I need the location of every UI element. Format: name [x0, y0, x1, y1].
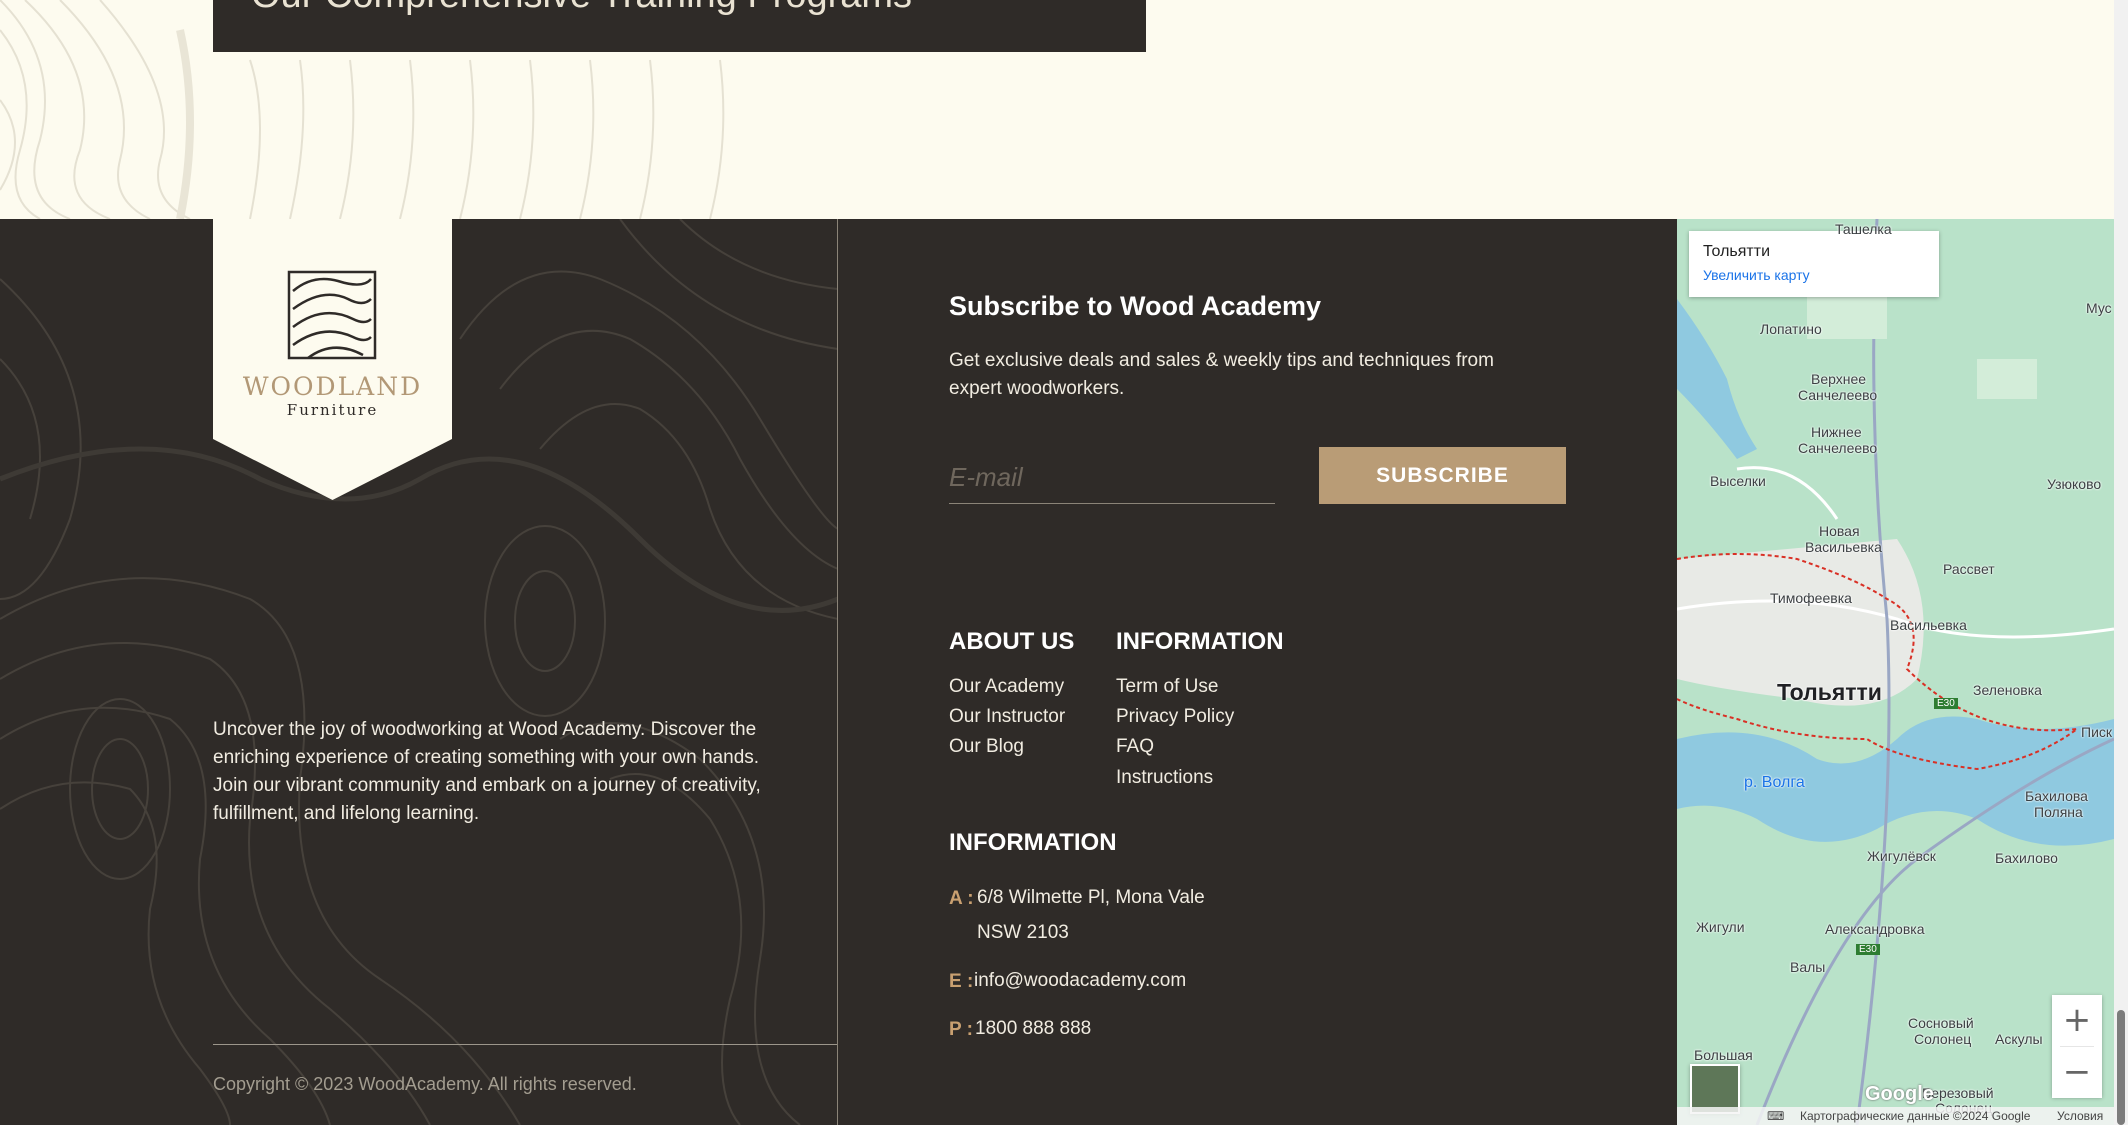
link-term-of-use[interactable]: Term of Use	[1116, 676, 1218, 698]
map-attribution-bar: ⌨ Картографические данные ©2024 Google У…	[1677, 1107, 2114, 1125]
link-our-instructor[interactable]: Our Instructor	[949, 706, 1065, 728]
map-label: Васильевка	[1805, 539, 1882, 555]
map-label: Сосновый	[1908, 1015, 1974, 1031]
keyboard-icon[interactable]: ⌨	[1767, 1109, 1784, 1123]
map-label: Тимофеевка	[1770, 590, 1852, 606]
highway-badge: E30	[1856, 944, 1880, 955]
map-label: Санчелеево	[1798, 387, 1878, 403]
city-label: Тольятти	[1777, 679, 1882, 705]
map-label: Солонец	[1914, 1031, 1972, 1047]
map-label: Ташелка	[1835, 221, 1892, 237]
top-section: Our Comprehensive Training Programs	[0, 0, 2128, 219]
logo-subtitle: Furniture	[286, 401, 379, 419]
scrollbar-thumb[interactable]	[2117, 1010, 2125, 1125]
map-label: Жигули	[1696, 919, 1745, 935]
map-attribution: Картографические данные ©2024 Google	[1800, 1109, 2031, 1123]
google-logo: Google	[1865, 1083, 1934, 1105]
map-label: Васильевка	[1890, 617, 1967, 633]
google-map[interactable]: Тольятти Увеличить карту Ташелка Лопатин…	[1677, 219, 2114, 1125]
map-label: Валы	[1790, 959, 1826, 975]
map-label: Большая	[1694, 1047, 1753, 1063]
logo-wordmark: WOODLAND	[242, 372, 423, 401]
banner-title: Our Comprehensive Training Programs	[251, 0, 912, 17]
scrollbar-track[interactable]	[2114, 0, 2128, 1125]
map-label: Лопатино	[1760, 321, 1822, 337]
training-programs-banner[interactable]: Our Comprehensive Training Programs	[213, 0, 1146, 52]
footer: WOODLAND Furniture Uncover the joy of wo…	[0, 219, 1677, 1125]
subscribe-title: Subscribe to Wood Academy	[949, 291, 1322, 321]
copyright-text: Copyright © 2023 WoodAcademy. All rights…	[213, 1074, 637, 1094]
river-label: р. Волга	[1744, 774, 1805, 791]
address-line-1: 6/8 Wilmette Pl, Mona Vale	[977, 887, 1205, 908]
map-canvas	[1677, 219, 2114, 1125]
email-label: E :	[949, 971, 974, 992]
email-link[interactable]: info@woodacademy.com	[974, 963, 1186, 998]
address-line-2: NSW 2103	[977, 922, 1069, 943]
map-label: Санчелеево	[1798, 440, 1878, 456]
subscribe-description: Get exclusive deals and sales & weekly t…	[949, 350, 1494, 399]
email-input[interactable]	[949, 451, 1275, 504]
map-label: Зеленовка	[1973, 682, 2042, 698]
map-label: Александровка	[1825, 921, 1925, 937]
map-label: Нижнее	[1811, 424, 1862, 440]
map-label: Узюково	[2047, 476, 2102, 492]
link-privacy-policy[interactable]: Privacy Policy	[1116, 706, 1234, 728]
enlarge-map-link[interactable]: Увеличить карту	[1703, 267, 1925, 283]
map-label: Бахилова	[2025, 788, 2088, 804]
map-label: Новая	[1819, 523, 1860, 539]
column-divider	[837, 219, 838, 1125]
map-label: Выселки	[1710, 473, 1766, 489]
map-label: Бахилово	[1995, 850, 2058, 866]
zoom-in-button[interactable]: +	[2052, 995, 2102, 1046]
map-label: Писк	[2081, 724, 2113, 740]
logo-badge	[213, 219, 452, 500]
link-instructions[interactable]: Instructions	[1116, 767, 1213, 789]
link-our-academy[interactable]: Our Academy	[949, 676, 1064, 698]
terms-link[interactable]: Условия	[2057, 1109, 2103, 1123]
about-description: Uncover the joy of woodworking at Wood A…	[213, 719, 761, 824]
highway-badge: E30	[1934, 698, 1958, 709]
address-label: A :	[949, 888, 974, 909]
map-label: Жигулёвск	[1867, 848, 1936, 864]
map-card-title: Тольятти	[1703, 243, 1770, 260]
map-label: Верхнее	[1811, 371, 1867, 387]
map-label: Поляна	[2034, 804, 2083, 820]
information-heading: INFORMATION	[1116, 628, 1284, 655]
map-info-card: Тольятти Увеличить карту	[1689, 231, 1939, 297]
link-our-blog[interactable]: Our Blog	[949, 736, 1024, 758]
zoom-controls: + −	[2052, 995, 2102, 1098]
woodland-logo[interactable]: WOODLAND Furniture	[213, 219, 452, 500]
phone-label: P :	[949, 1019, 973, 1040]
phone-link[interactable]: 1800 888 888	[975, 1011, 1091, 1046]
map-label: Рассвет	[1943, 561, 1995, 577]
subscribe-button[interactable]: SUBSCRIBE	[1319, 447, 1566, 504]
about-us-heading: ABOUT US	[949, 628, 1075, 655]
contact-heading: INFORMATION	[949, 829, 1117, 856]
divider	[213, 1044, 837, 1045]
link-faq[interactable]: FAQ	[1116, 736, 1154, 758]
map-label: Аскулы	[1995, 1031, 2043, 1047]
zoom-out-button[interactable]: −	[2052, 1047, 2102, 1098]
map-label: Мус	[2086, 300, 2112, 316]
